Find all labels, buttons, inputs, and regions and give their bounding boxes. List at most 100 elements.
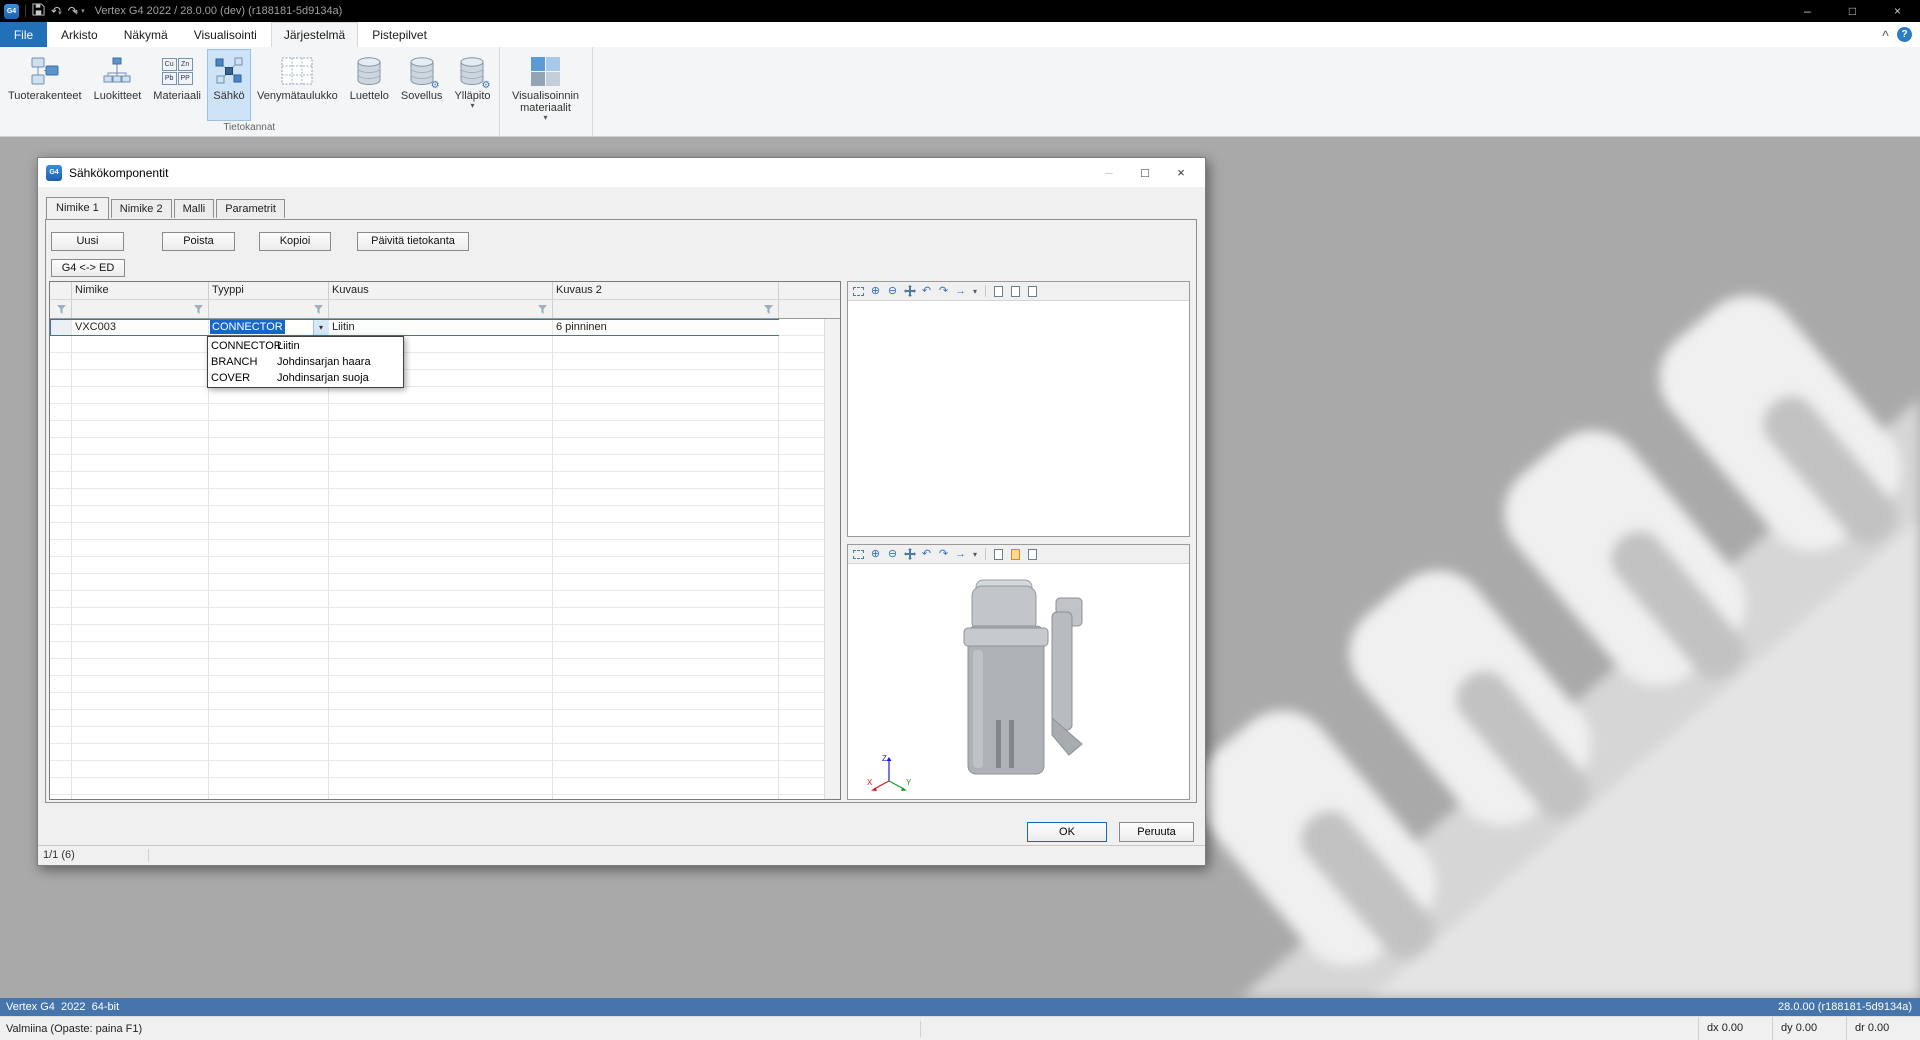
copy-image-icon[interactable]	[992, 548, 1005, 561]
app-version-right: 28.0.00 (r188181-5d9134a)	[1778, 1001, 1912, 1013]
filter-icon[interactable]	[314, 305, 323, 314]
rotate-left-icon[interactable]: ↶	[920, 285, 933, 298]
tab-jarjestelma[interactable]: Järjestelmä	[271, 22, 358, 47]
customize-qat-button[interactable]: ▾	[81, 7, 85, 15]
save-button[interactable]	[32, 3, 45, 19]
app-info-bar: Vertex G4 2022 64-bit 28.0.00 (r188181-5…	[0, 998, 1920, 1016]
zoom-in-icon[interactable]: ⊕	[869, 548, 882, 561]
new-button[interactable]: Uusi	[51, 232, 124, 251]
model-preview-canvas[interactable]: Z X Y	[848, 564, 1189, 799]
filter-icon[interactable]	[57, 305, 66, 314]
ribbon-button-tuoterakenteet[interactable]: Tuoterakenteet	[2, 49, 88, 121]
pan-icon[interactable]	[903, 285, 916, 298]
ribbon-button-yllapito[interactable]: ⚙ Ylläpito ▾	[448, 49, 496, 121]
cancel-button[interactable]: Peruuta	[1119, 822, 1194, 842]
tab-visualisointi[interactable]: Visualisointi	[182, 22, 269, 47]
toolbar-separator	[985, 548, 986, 560]
rotate-right-icon[interactable]: ↷	[937, 548, 950, 561]
column-header-kuvaus-2[interactable]: Kuvaus 2	[556, 284, 602, 296]
rotate-right-icon[interactable]: ↷	[937, 285, 950, 298]
dialog-minimize-button[interactable]: –	[1091, 158, 1127, 187]
application-database-icon: ⚙	[408, 53, 436, 89]
components-grid: Nimike Tyyppi Kuvaus Kuvaus 2 VXC003 CON	[49, 281, 841, 800]
zoom-out-icon[interactable]: ⊖	[886, 285, 899, 298]
dropdown-item-branch[interactable]: BRANCH Johdinsarjan haara	[208, 354, 403, 370]
tab-pistepilvet[interactable]: Pistepilvet	[360, 22, 439, 47]
symbol-preview-canvas[interactable]	[848, 301, 1189, 536]
maximize-button[interactable]: □	[1830, 0, 1875, 22]
dialog-tabs: Nimike 1 Nimike 2 Malli Parametrit	[46, 197, 287, 218]
copy-image-icon[interactable]	[992, 285, 1005, 298]
table-row[interactable]: VXC003 CONNECTOR ▾ Liitin 6 pinninen	[50, 319, 779, 336]
export-image-icon[interactable]	[1026, 285, 1039, 298]
status-dx: dx 0.00	[1698, 1017, 1772, 1040]
tab-parametrit[interactable]: Parametrit	[216, 199, 285, 218]
filter-icon[interactable]	[194, 305, 203, 314]
column-header-kuvaus[interactable]: Kuvaus	[332, 284, 369, 296]
update-database-button[interactable]: Päivitä tietokanta	[357, 232, 469, 251]
tab-malli[interactable]: Malli	[174, 199, 215, 218]
cell-tyyppi[interactable]: CONNECTOR ▾	[209, 320, 329, 335]
ribbon-button-luokitteet[interactable]: Luokitteet	[88, 49, 148, 121]
ribbon-button-visualisoinnin-materiaalit[interactable]: Visualisoinnin materiaalit ▾	[502, 49, 590, 124]
type-combobox-value: CONNECTOR	[210, 320, 285, 334]
app-logo-icon[interactable]: G4	[4, 4, 19, 19]
zoom-window-icon[interactable]	[852, 548, 865, 561]
status-message: Valmiina (Opaste: paina F1)	[6, 1023, 142, 1035]
g4-ed-toggle-button[interactable]: G4 <-> ED	[51, 259, 125, 277]
undo-button[interactable]: ↶▾	[51, 4, 62, 18]
chevron-down-icon[interactable]: ▾	[971, 548, 979, 561]
zoom-out-icon[interactable]: ⊖	[886, 548, 899, 561]
export-image-icon[interactable]	[1026, 548, 1039, 561]
tab-nakyma[interactable]: Näkymä	[112, 22, 180, 47]
statusbar: Valmiina (Opaste: paina F1) dx 0.00 dy 0…	[0, 1016, 1920, 1040]
ribbon-button-venymataulukko[interactable]: Venymätaulukko	[251, 49, 344, 121]
column-header-tyyppi[interactable]: Tyyppi	[212, 284, 244, 296]
vertical-scrollbar[interactable]	[824, 319, 840, 799]
next-view-icon[interactable]: →	[954, 548, 967, 561]
type-combobox[interactable]: CONNECTOR ▾	[209, 320, 328, 335]
minimize-button[interactable]: –	[1785, 0, 1830, 22]
dialog-close-button[interactable]: ×	[1163, 158, 1199, 187]
chevron-down-icon[interactable]: ▾	[971, 285, 979, 298]
cell-nimike[interactable]: VXC003	[72, 320, 209, 335]
cell-kuvaus[interactable]: Liitin	[329, 320, 553, 335]
zoom-window-icon[interactable]	[852, 285, 865, 298]
rotate-left-icon[interactable]: ↶	[920, 548, 933, 561]
column-header-nimike[interactable]: Nimike	[75, 284, 109, 296]
grid-body[interactable]: VXC003 CONNECTOR ▾ Liitin 6 pinninen	[50, 319, 824, 799]
zoom-in-icon[interactable]: ⊕	[869, 285, 882, 298]
dialog-statusbar: 1/1 (6)	[38, 845, 1205, 865]
delete-button[interactable]: Poista	[162, 232, 235, 251]
tab-file[interactable]: File	[0, 22, 47, 47]
dropdown-item-connector[interactable]: CONNECTOR Liitin	[208, 338, 403, 354]
help-icon[interactable]: ?	[1897, 27, 1912, 42]
next-view-icon[interactable]: →	[954, 285, 967, 298]
close-button[interactable]: ×	[1875, 0, 1920, 22]
redo-button[interactable]: ↷▾	[68, 4, 79, 18]
dropdown-item-cover[interactable]: COVER Johdinsarjan suoja	[208, 370, 403, 386]
collapse-ribbon-icon[interactable]: ^	[1882, 28, 1889, 42]
tab-nimike-1[interactable]: Nimike 1	[46, 197, 109, 219]
ribbon-button-luettelo[interactable]: Luettelo	[344, 49, 395, 121]
toolbar-separator	[25, 5, 26, 17]
paste-image-icon[interactable]	[1009, 548, 1022, 561]
dialog-titlebar[interactable]: G4 Sähkökomponentit – □ ×	[38, 158, 1205, 187]
cell-kuvaus-2[interactable]: 6 pinninen	[553, 320, 779, 335]
row-selector-cell[interactable]	[51, 320, 72, 335]
filter-icon[interactable]	[764, 305, 773, 314]
ok-button[interactable]: OK	[1027, 822, 1107, 842]
paste-image-icon[interactable]	[1009, 285, 1022, 298]
tab-arkisto[interactable]: Arkisto	[49, 22, 110, 47]
ribbon-button-materiaali[interactable]: Cu Zn Pb PP Materiaali	[147, 49, 207, 121]
tab-nimike-2[interactable]: Nimike 2	[111, 199, 172, 218]
pan-icon[interactable]	[903, 548, 916, 561]
chevron-down-icon: ▾	[470, 102, 474, 110]
ribbon-button-sovellus[interactable]: ⚙ Sovellus	[395, 49, 449, 121]
ribbon-button-sahko[interactable]: Sähkö	[207, 49, 251, 121]
dialog-title: Sähkökomponentit	[69, 166, 168, 180]
copy-button[interactable]: Kopioi	[259, 232, 331, 251]
filter-icon[interactable]	[538, 305, 547, 314]
dialog-maximize-button[interactable]: □	[1127, 158, 1163, 187]
combobox-dropdown-button[interactable]: ▾	[313, 320, 328, 335]
